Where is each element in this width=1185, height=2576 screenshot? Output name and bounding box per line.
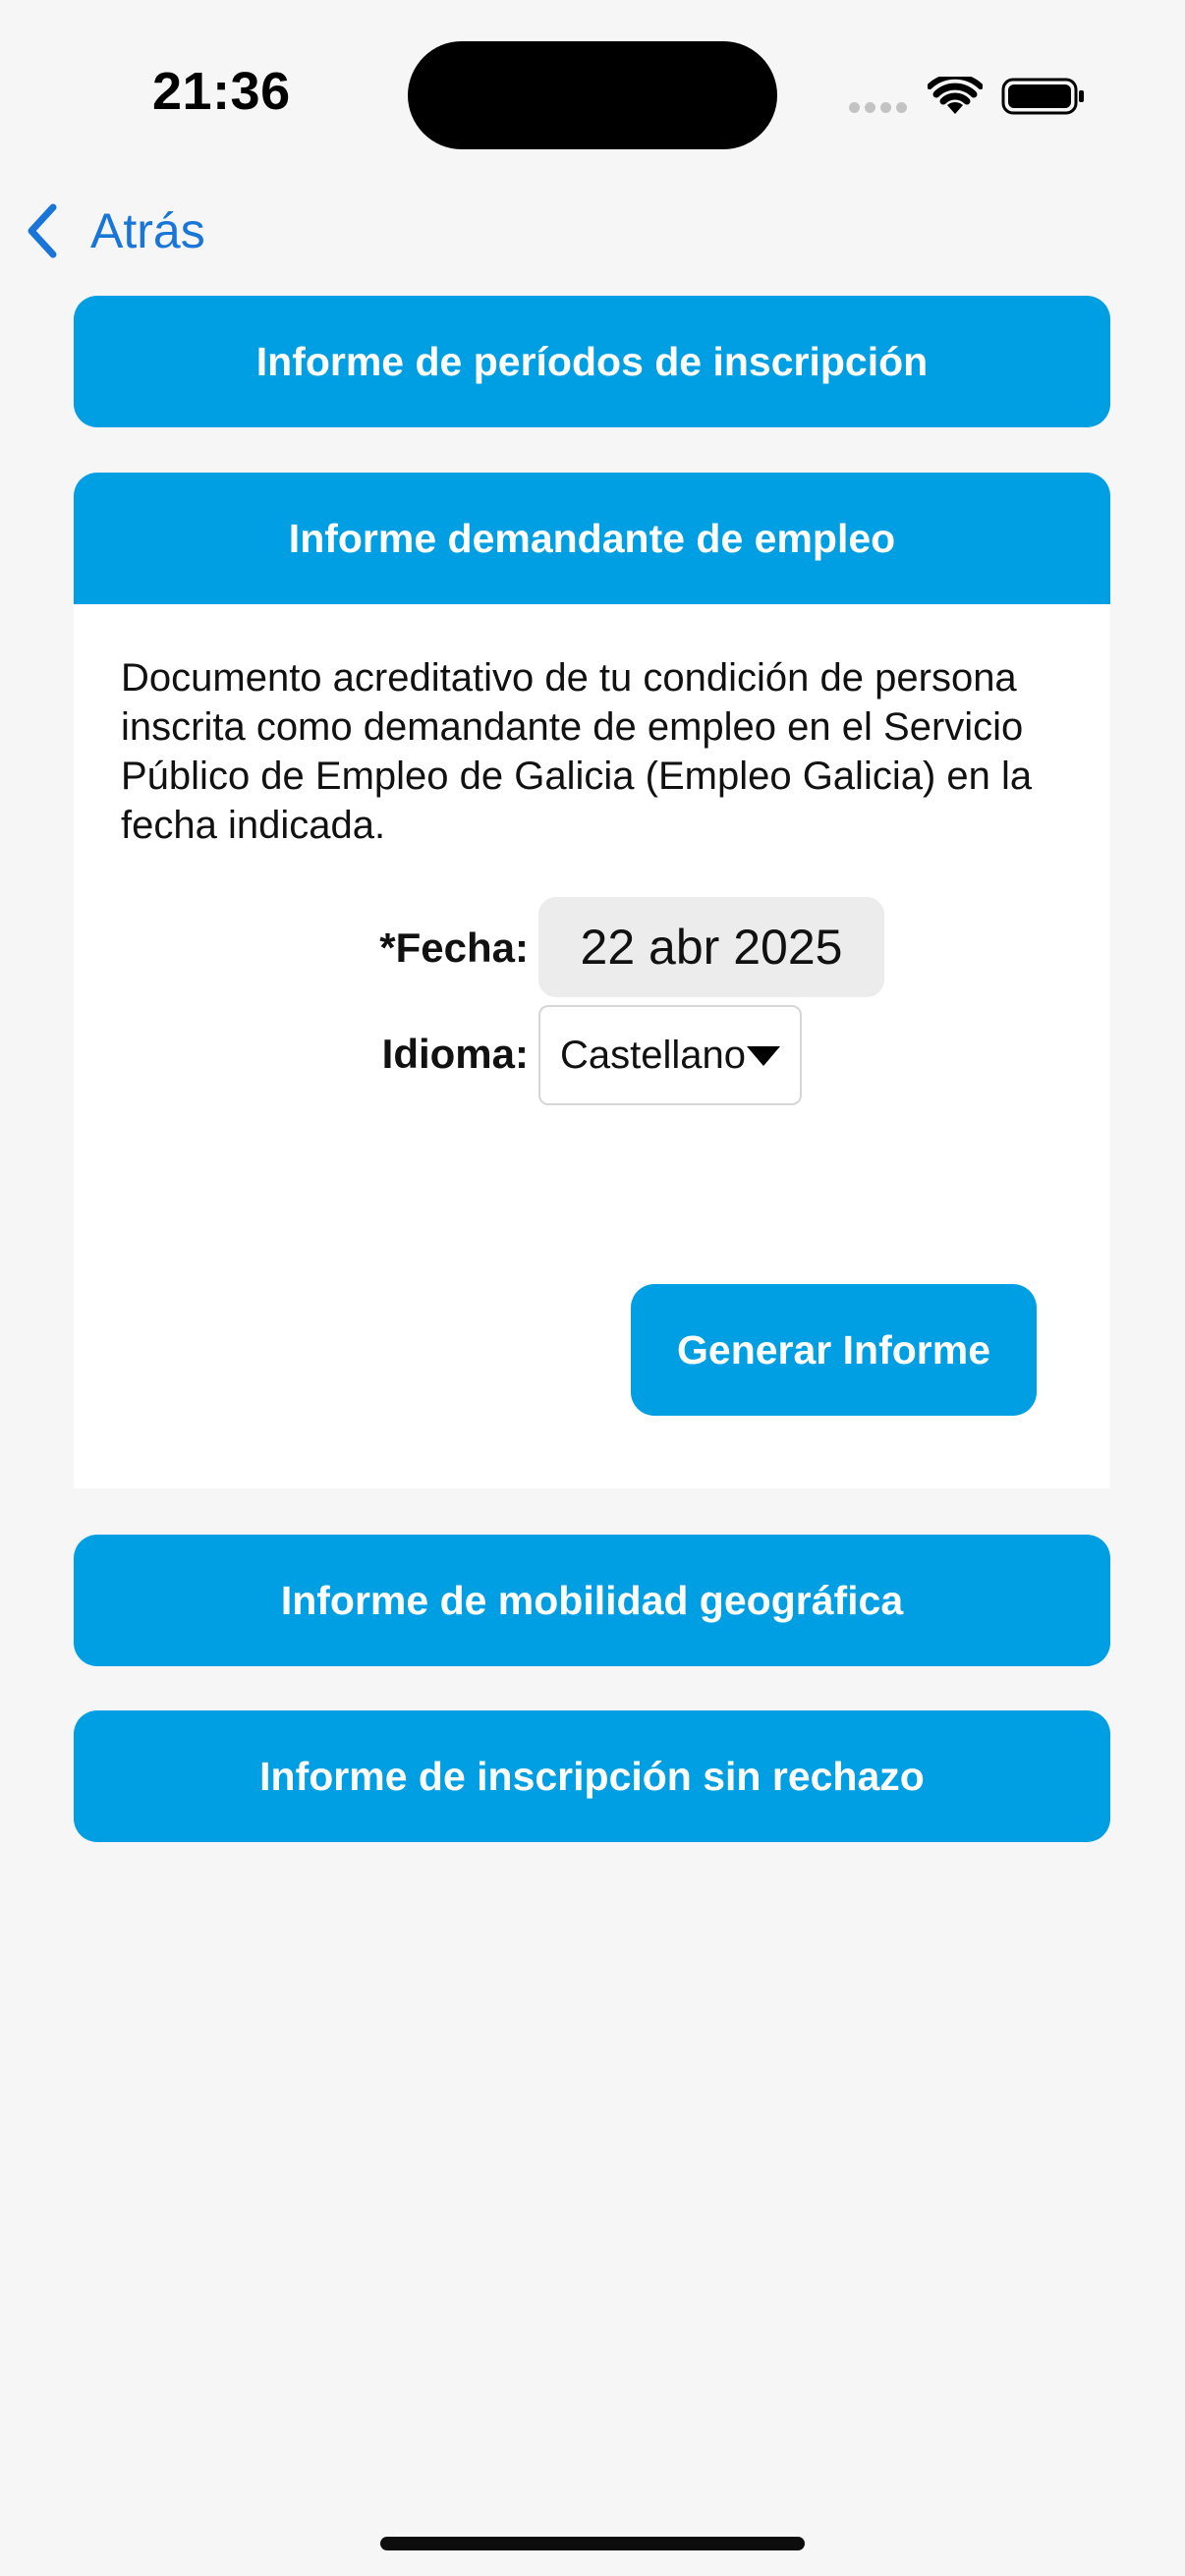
language-select[interactable]: Castellano — [538, 1005, 802, 1105]
wifi-icon — [928, 77, 983, 114]
language-value: Castellano — [560, 1034, 747, 1077]
section-inscripcion-sin-rechazo-button[interactable]: Informe de inscripción sin rechazo — [74, 1710, 1110, 1842]
date-value: 22 abr 2025 — [580, 920, 843, 975]
battery-icon — [1001, 78, 1084, 115]
date-picker[interactable]: 22 abr 2025 — [538, 897, 884, 997]
demandante-empleo-panel: Documento acreditativo de tu condición d… — [74, 604, 1110, 1488]
section-mobilidad-geografica-button[interactable]: Informe de mobilidad geográfica — [74, 1535, 1110, 1666]
panel-description: Documento acreditativo de tu condición d… — [121, 656, 1033, 847]
generate-report-button[interactable]: Generar Informe — [631, 1284, 1037, 1416]
date-label: *Fecha: — [379, 924, 529, 971]
status-icons — [849, 73, 1085, 120]
caret-down-icon — [747, 1046, 780, 1066]
dynamic-island — [408, 41, 777, 149]
section-demandante-empleo-button[interactable]: Informe demandante de empleo — [74, 473, 1110, 604]
status-time: 21:36 — [152, 62, 291, 121]
back-button[interactable]: Atrás — [24, 196, 205, 265]
back-label: Atrás — [90, 203, 205, 258]
chevron-left-icon — [28, 203, 57, 258]
signal-icon — [849, 102, 908, 114]
language-label: Idioma: — [381, 1031, 529, 1077]
section-periodos-inscripcion-button[interactable]: Informe de períodos de inscripción — [74, 296, 1110, 427]
home-indicator[interactable] — [380, 2537, 805, 2550]
